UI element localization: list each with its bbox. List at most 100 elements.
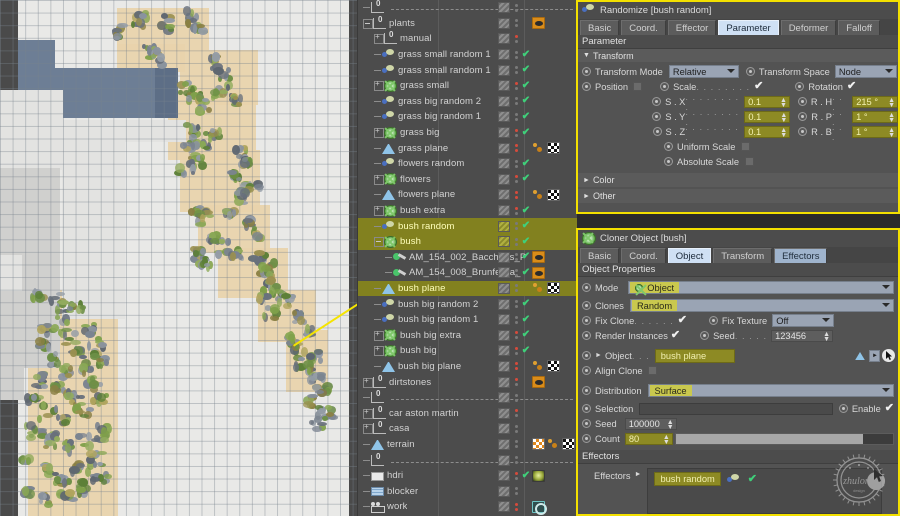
material-swatch[interactable] bbox=[498, 470, 510, 481]
material-swatch[interactable] bbox=[498, 143, 510, 154]
stepper-icon[interactable]: ▲▼ bbox=[888, 113, 895, 123]
visibility-dots[interactable] bbox=[513, 97, 519, 105]
enable-checkmark-icon[interactable]: ✔ bbox=[521, 65, 531, 75]
expand-toggle-icon[interactable] bbox=[363, 378, 372, 387]
transform-mode-dropdown[interactable]: Relative bbox=[669, 65, 739, 78]
object-row-controls[interactable]: ✔ bbox=[498, 250, 577, 266]
beads-tag-icon[interactable] bbox=[532, 282, 545, 294]
cloner-tabs[interactable]: BasicCoord.ObjectTransformEffectors bbox=[578, 247, 898, 263]
material-swatch[interactable] bbox=[498, 299, 510, 310]
tab-basic[interactable]: Basic bbox=[580, 248, 619, 263]
object-tags[interactable] bbox=[531, 501, 577, 513]
object-row-controls[interactable]: ✔ bbox=[498, 343, 577, 359]
distribution-radio[interactable] bbox=[582, 386, 591, 395]
object-tags[interactable] bbox=[531, 470, 577, 482]
object-row[interactable]: grass plane bbox=[358, 140, 577, 156]
clones-radio[interactable] bbox=[582, 301, 591, 310]
material-swatch[interactable] bbox=[498, 80, 510, 91]
object-row[interactable]: grass small random 1✔ bbox=[358, 62, 577, 78]
visibility-dots[interactable] bbox=[513, 347, 519, 355]
object-row-controls[interactable]: ✔ bbox=[498, 109, 577, 125]
rot-axis-field[interactable]: 1 °▲▼ bbox=[852, 126, 898, 138]
object-tags[interactable] bbox=[531, 282, 577, 294]
transform-mode-radio[interactable] bbox=[582, 67, 591, 76]
object-row-controls[interactable] bbox=[498, 405, 577, 421]
material-swatch[interactable] bbox=[498, 18, 510, 29]
object-row[interactable]: car aston martin bbox=[358, 405, 577, 421]
link-expand-button[interactable]: ► bbox=[869, 350, 880, 362]
render-instances-checkmark-icon[interactable]: ✔ bbox=[671, 331, 680, 340]
beads-tag-icon[interactable] bbox=[532, 360, 545, 372]
visibility-dots[interactable] bbox=[513, 175, 519, 183]
randomize-tabs[interactable]: BasicCoord.EffectorParameterDeformerFall… bbox=[578, 19, 898, 35]
position-checkbox[interactable] bbox=[633, 82, 642, 91]
object-row-controls[interactable]: ✔ bbox=[498, 203, 577, 219]
tab-basic[interactable]: Basic bbox=[580, 20, 619, 35]
material-swatch[interactable] bbox=[498, 111, 510, 122]
enable-checkmark-icon[interactable]: ✔ bbox=[521, 221, 531, 231]
randomize-attributes-panel[interactable]: Randomize [bush random] BasicCoord.Effec… bbox=[576, 0, 900, 214]
object-row-controls[interactable] bbox=[498, 16, 577, 32]
effector-enabled-checkmark-icon[interactable]: ✔ bbox=[748, 475, 757, 484]
visibility-dots[interactable] bbox=[513, 129, 519, 137]
scale-axis-radio[interactable] bbox=[652, 112, 661, 121]
transform-value-rows[interactable]: S . X. . . . . . . . .0.1▲▼R . H. . .215… bbox=[578, 94, 898, 139]
clones-row[interactable]: Clones Random bbox=[578, 298, 898, 313]
tab-falloff[interactable]: Falloff bbox=[838, 20, 880, 35]
object-tags[interactable] bbox=[531, 142, 577, 154]
object-row[interactable]: flowers random✔ bbox=[358, 156, 577, 172]
visibility-dots[interactable] bbox=[513, 503, 519, 511]
object-row-controls[interactable]: ✔ bbox=[498, 327, 577, 343]
cloner-attributes-panel[interactable]: Cloner Object [bush] BasicCoord.ObjectTr… bbox=[576, 228, 900, 516]
object-row[interactable]: grass small random 1✔ bbox=[358, 47, 577, 63]
transform-row-2[interactable]: S . Z. . . . . . . . .0.1▲▼R . B. . .1 °… bbox=[578, 124, 898, 139]
stepper-icon[interactable]: ▲▼ bbox=[667, 420, 674, 430]
object-row-controls[interactable] bbox=[498, 140, 577, 156]
object-row-controls[interactable] bbox=[498, 359, 577, 375]
material-swatch[interactable] bbox=[498, 283, 510, 294]
object-row[interactable]: grass small✔ bbox=[358, 78, 577, 94]
absolute-scale-row[interactable]: Absolute Scale bbox=[578, 154, 898, 169]
transform-mode-row[interactable]: Transform Mode Relative Transform Space … bbox=[578, 64, 898, 79]
object-row-controls[interactable] bbox=[498, 483, 577, 499]
align-clone-radio[interactable] bbox=[582, 366, 591, 375]
picker-icon[interactable] bbox=[882, 349, 895, 362]
seed-radio[interactable] bbox=[700, 331, 709, 340]
scale-axis-field[interactable]: 0.1▲▼ bbox=[744, 96, 790, 108]
perspective-viewport[interactable] bbox=[0, 0, 357, 516]
uniform-scale-checkbox[interactable] bbox=[741, 142, 750, 151]
object-row[interactable]: bush plane bbox=[358, 281, 577, 297]
object-row-controls[interactable] bbox=[498, 437, 577, 453]
seed2-row[interactable]: Seed 100000 ▲▼ bbox=[578, 416, 898, 431]
visibility-dots[interactable] bbox=[513, 362, 519, 370]
mode-row[interactable]: Mode Object bbox=[578, 280, 898, 295]
expand-toggle-icon[interactable] bbox=[374, 81, 383, 90]
object-row-controls[interactable]: ✔ bbox=[498, 78, 577, 94]
visibility-dots[interactable] bbox=[513, 331, 519, 339]
enable-checkmark-icon[interactable]: ✔ bbox=[521, 471, 531, 481]
material-swatch[interactable] bbox=[498, 205, 510, 216]
rotation-checkmark-icon[interactable]: ✔ bbox=[847, 82, 856, 91]
rotation-radio[interactable] bbox=[795, 82, 804, 91]
object-row[interactable]: dirtstones bbox=[358, 374, 577, 390]
object-row-controls[interactable] bbox=[498, 499, 577, 515]
seed2-field[interactable]: 100000 ▲▼ bbox=[625, 418, 677, 430]
object-row[interactable]: bush extra✔ bbox=[358, 203, 577, 219]
enable-radio[interactable] bbox=[839, 404, 848, 413]
fix-clone-checkmark-icon[interactable]: ✔ bbox=[678, 316, 687, 325]
beads-tag-icon[interactable] bbox=[532, 189, 545, 201]
material-swatch[interactable] bbox=[498, 408, 510, 419]
object-tags[interactable] bbox=[531, 251, 577, 263]
mode-dropdown[interactable]: Object bbox=[628, 281, 894, 294]
align-clone-row[interactable]: Align Clone bbox=[578, 363, 898, 378]
object-row[interactable]: grass big random 1✔ bbox=[358, 109, 577, 125]
other-group-header[interactable]: ► Other bbox=[578, 189, 898, 203]
visibility-dots[interactable] bbox=[513, 238, 519, 246]
rot-axis-radio[interactable] bbox=[798, 97, 807, 106]
material-swatch[interactable] bbox=[498, 65, 510, 76]
object-row-controls[interactable]: ✔ bbox=[498, 172, 577, 188]
visibility-dots[interactable] bbox=[513, 160, 519, 168]
object-row-controls[interactable] bbox=[498, 452, 577, 468]
eye-tag-icon[interactable] bbox=[532, 376, 545, 388]
enable-checkmark-icon[interactable]: ✔ bbox=[521, 128, 531, 138]
